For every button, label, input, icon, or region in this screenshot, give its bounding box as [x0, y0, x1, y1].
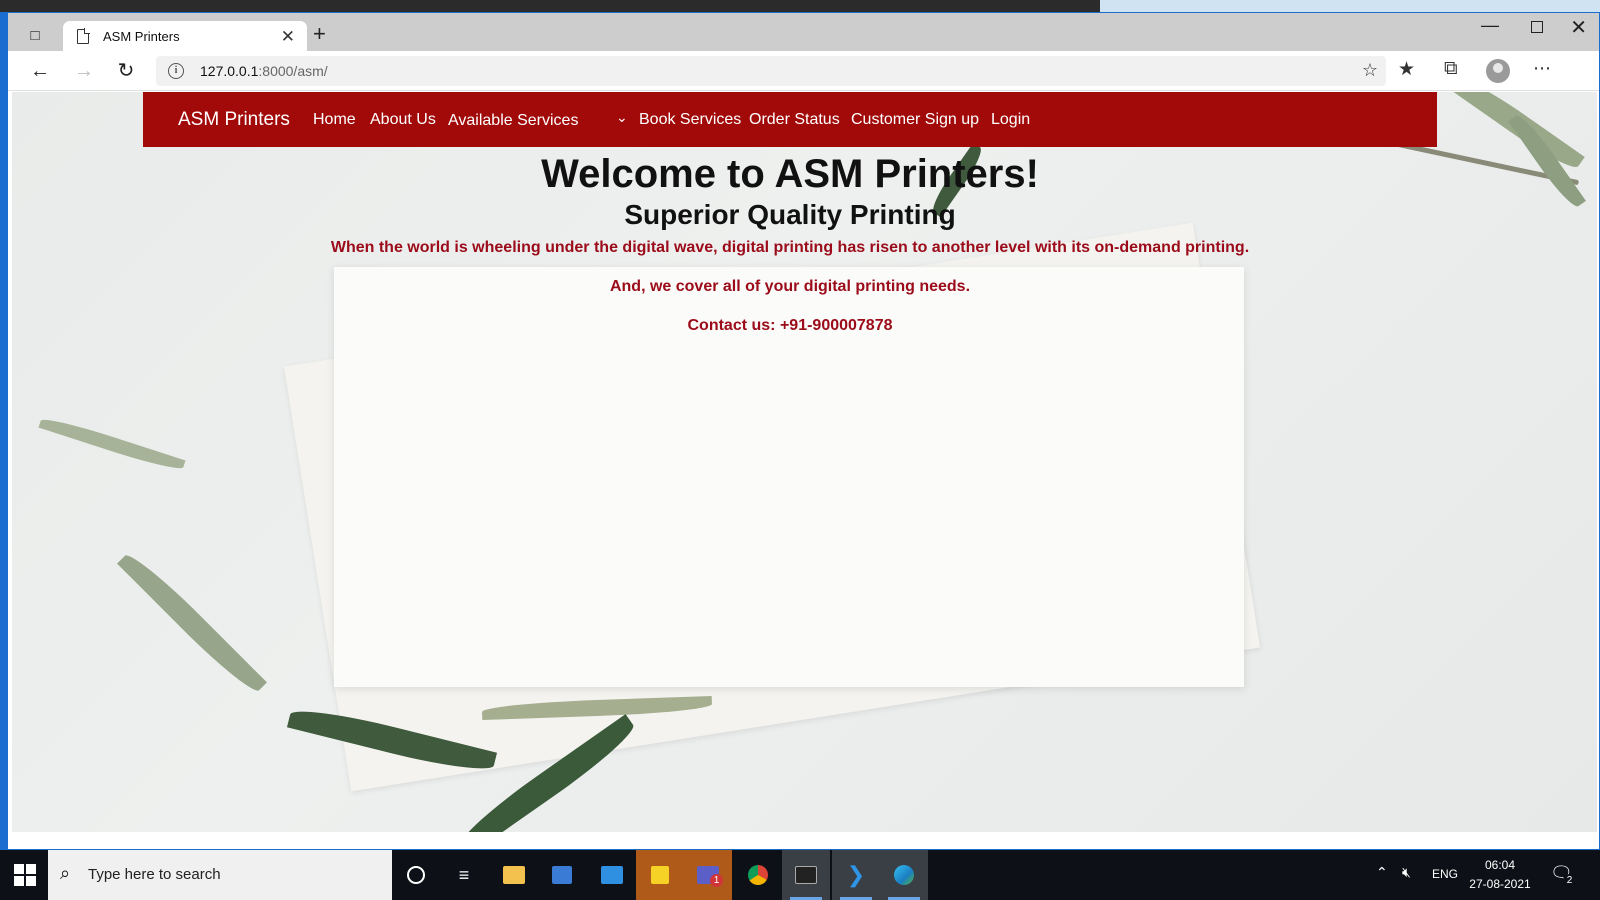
maximize-button[interactable] — [1531, 21, 1543, 33]
contact-message: Contact us: +91-900007878 — [687, 317, 893, 334]
hero-content: Welcome to ASM Printers! Superior Qualit… — [143, 150, 1437, 335]
browser-toolbar: ← → ↻ i 127.0.0.1:8000/asm/ ☆ ★ ⧉ ⋯ — [8, 51, 1599, 91]
file-explorer-icon[interactable] — [490, 850, 538, 900]
terminal-icon[interactable] — [782, 850, 830, 900]
mail-icon[interactable] — [588, 850, 636, 900]
clock-date[interactable]: 27-08-2021 — [1462, 877, 1538, 891]
coverage-message: And, we cover all of your digital printi… — [609, 278, 971, 295]
cortana-icon[interactable] — [392, 850, 440, 900]
vscode-icon[interactable]: ❯ — [832, 850, 880, 900]
page-icon — [77, 28, 90, 44]
store-icon[interactable] — [538, 850, 586, 900]
notification-count: 2 — [1563, 874, 1576, 887]
info-icon[interactable]: i — [168, 63, 184, 79]
url-text[interactable]: 127.0.0.1:8000/asm/ — [200, 63, 328, 79]
windows-taskbar: ⌕ Type here to search ≡ 1 ❯ ⌃ 🔇︎ ENG 06:… — [0, 850, 1600, 900]
taskbar-search-box[interactable]: ⌕ Type here to search — [48, 850, 392, 900]
teams-badge: 1 — [710, 874, 723, 887]
plus-icon[interactable]: + — [313, 23, 326, 45]
url-host: 127.0.0.1 — [200, 63, 259, 79]
chevron-up-icon[interactable]: ⌃ — [1376, 864, 1388, 881]
nav-customer-sign-up[interactable]: Customer Sign up — [851, 111, 979, 129]
nav-login[interactable]: Login — [991, 111, 1030, 129]
reload-icon[interactable]: ↻ — [112, 59, 140, 83]
search-icon: ⌕ — [60, 863, 71, 883]
background-leaf — [117, 548, 267, 698]
sticky-notes-icon[interactable] — [636, 850, 684, 900]
windows-start-icon[interactable] — [14, 864, 36, 886]
nav-about-us[interactable]: About Us — [370, 111, 436, 129]
intro-message: When the world is wheeling under the dig… — [330, 239, 1250, 256]
chrome-icon[interactable] — [734, 850, 782, 900]
nav-order-status[interactable]: Order Status — [749, 111, 840, 129]
url-path: :8000/asm/ — [258, 63, 328, 79]
page-subtitle: Superior Quality Printing — [624, 199, 956, 230]
tab-title: ASM Printers — [103, 29, 180, 44]
clock-time[interactable]: 06:04 — [1470, 858, 1530, 872]
window-close-button[interactable]: ✕ — [1570, 15, 1587, 40]
search-placeholder: Type here to search — [88, 866, 221, 883]
edge-icon[interactable] — [880, 850, 928, 900]
more-icon[interactable]: ⋯ — [1533, 58, 1552, 79]
nav-available-services[interactable]: Available Services — [448, 112, 578, 130]
site-brand[interactable]: ASM Printers — [178, 109, 290, 131]
background-leaf — [38, 414, 186, 474]
nav-book-services[interactable]: Book Services — [639, 111, 741, 129]
nav-home[interactable]: Home — [313, 111, 356, 129]
tab-actions-icon[interactable]: □ — [22, 23, 48, 47]
page-viewport: ASM Printers Home About Us Available Ser… — [12, 92, 1597, 832]
background-window-strip — [0, 0, 1600, 12]
back-arrow-icon[interactable]: ← — [26, 59, 54, 83]
language-indicator[interactable]: ENG — [1432, 867, 1458, 881]
favorites-icon[interactable]: ★ — [1398, 58, 1415, 81]
favorite-add-icon[interactable]: ☆ — [1362, 60, 1378, 81]
tab-strip: □ ASM Printers ✕ + — ✕ — [8, 13, 1599, 53]
minimize-button[interactable]: — — [1481, 15, 1499, 36]
collections-icon[interactable]: ⧉ — [1444, 58, 1458, 80]
browser-tab[interactable]: ASM Printers ✕ — [63, 21, 307, 53]
page-title: Welcome to ASM Printers! — [541, 152, 1039, 196]
chevron-down-icon[interactable]: ⌄ — [616, 109, 628, 126]
background-window-titlebar — [1100, 0, 1600, 12]
profile-icon[interactable] — [1486, 59, 1510, 83]
task-view-icon[interactable]: ≡ — [440, 850, 488, 900]
system-tray: ⌃ 🔇︎ ENG 06:04 27-08-2021 🗨︎ 2 — [1370, 850, 1600, 900]
teams-icon[interactable]: 1 — [684, 850, 732, 900]
forward-arrow-icon[interactable]: → — [70, 59, 98, 83]
browser-window: □ ASM Printers ✕ + — ✕ ← → ↻ i 127.0.0.1… — [7, 12, 1600, 850]
site-navbar: ASM Printers Home About Us Available Ser… — [143, 92, 1437, 147]
close-icon[interactable]: ✕ — [281, 27, 295, 47]
address-bar[interactable]: i 127.0.0.1:8000/asm/ ☆ — [156, 56, 1386, 86]
background-window-edge — [0, 12, 7, 852]
volume-muted-icon[interactable]: 🔇︎ — [1402, 864, 1411, 881]
